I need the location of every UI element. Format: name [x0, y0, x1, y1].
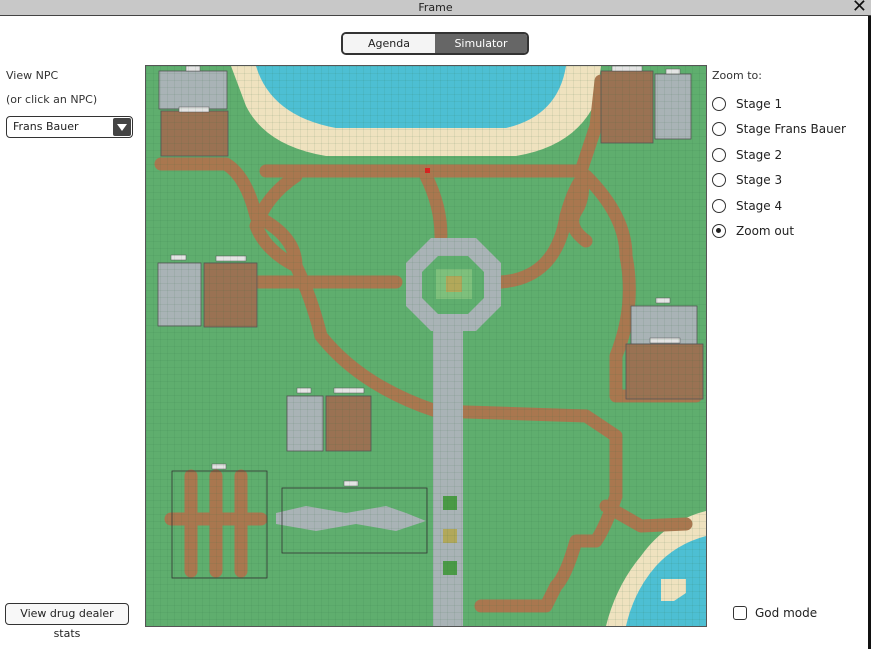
zoom-option-stage-frans-bauer[interactable]: Stage Frans Bauer	[712, 122, 846, 136]
window-title: Frame	[418, 1, 453, 14]
tab-agenda[interactable]: Agenda	[343, 34, 435, 53]
zoom-option-label: Stage Frans Bauer	[736, 122, 846, 136]
window-titlebar: Frame ✕	[0, 0, 871, 16]
npc-select-value: Frans Bauer	[13, 120, 79, 133]
chevron-down-icon[interactable]	[113, 118, 131, 136]
zoom-option-label: Stage 1	[736, 97, 783, 111]
npc-select[interactable]: Frans Bauer	[6, 116, 133, 138]
radio-icon[interactable]	[712, 148, 726, 162]
god-mode-label: God mode	[755, 606, 818, 620]
zoom-option-label: Stage 3	[736, 173, 783, 187]
zoom-option-stage-4[interactable]: Stage 4	[712, 199, 782, 213]
zoom-label: Zoom to:	[712, 69, 762, 82]
zoom-option-stage-1[interactable]: Stage 1	[712, 97, 782, 111]
view-npc-label: View NPC	[6, 69, 59, 82]
simulator-map[interactable]	[145, 65, 707, 627]
zoom-option-zoom-out[interactable]: Zoom out	[712, 224, 794, 238]
radio-icon[interactable]	[712, 173, 726, 187]
zoom-option-stage-3[interactable]: Stage 3	[712, 173, 782, 187]
radio-icon[interactable]	[712, 199, 726, 213]
tab-simulator[interactable]: Simulator	[435, 34, 527, 53]
view-toggle: Agenda Simulator	[341, 32, 529, 55]
npc-hint-label: (or click an NPC)	[6, 93, 98, 106]
close-icon[interactable]: ✕	[852, 0, 867, 16]
map-grid	[146, 66, 706, 626]
zoom-option-stage-2[interactable]: Stage 2	[712, 148, 782, 162]
map-canvas[interactable]	[146, 66, 706, 626]
zoom-option-label: Zoom out	[736, 224, 795, 238]
radio-selected-icon[interactable]	[712, 224, 726, 238]
zoom-option-label: Stage 4	[736, 199, 783, 213]
radio-icon[interactable]	[712, 122, 726, 136]
checkbox-icon[interactable]	[733, 606, 747, 620]
drug-dealer-stats-button[interactable]: View drug dealer stats	[5, 603, 129, 640]
god-mode-toggle[interactable]: God mode	[733, 606, 817, 620]
radio-icon[interactable]	[712, 97, 726, 111]
zoom-option-label: Stage 2	[736, 148, 783, 162]
